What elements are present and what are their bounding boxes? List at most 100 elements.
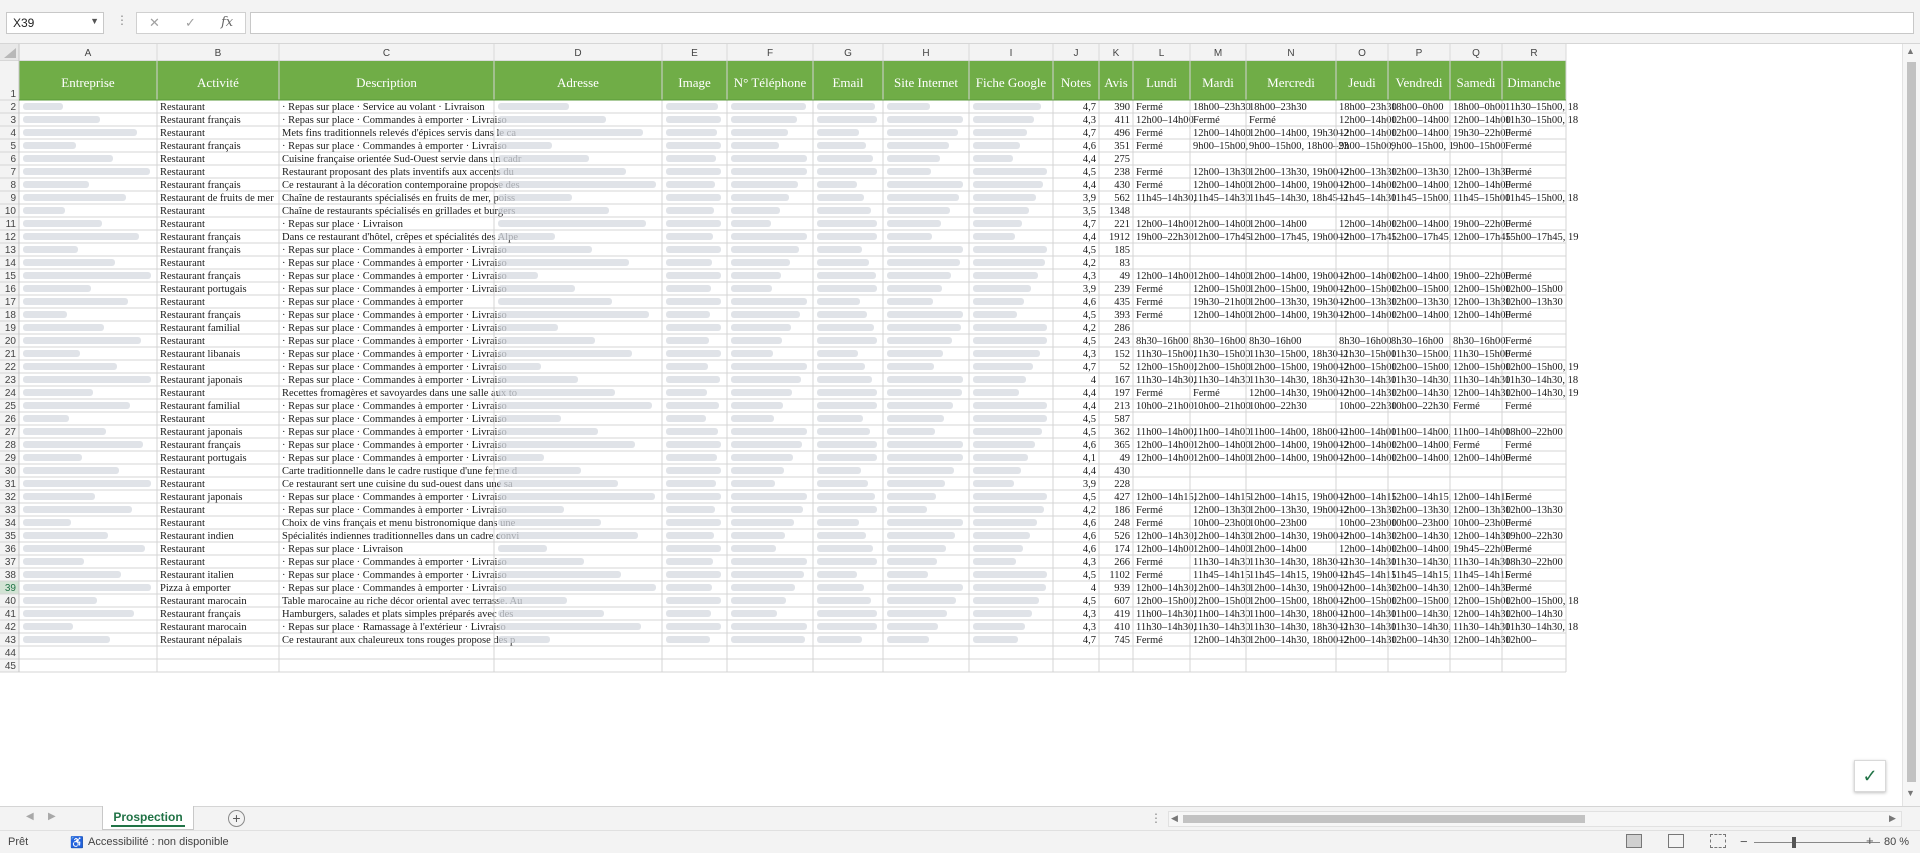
- more-options-icon[interactable]: ⋮: [116, 13, 128, 27]
- cell-value: Mets fins traditionnels relevés d'épices…: [282, 128, 516, 139]
- zoom-out-icon[interactable]: −: [1740, 834, 1748, 849]
- redacted-cell: [973, 194, 1036, 201]
- cancel-icon[interactable]: ✕: [149, 15, 160, 31]
- insert-function-icon[interactable]: fx: [221, 15, 233, 30]
- normal-view-icon[interactable]: [1626, 834, 1642, 848]
- cell-value: · Repas sur place · Commandes à emporter…: [282, 258, 507, 269]
- cell-value: · Repas sur place · Commandes à emporter…: [282, 362, 507, 373]
- redacted-cell: [973, 259, 1045, 266]
- previous-sheet-icon[interactable]: ◀: [26, 811, 34, 822]
- cell-value: Fermé: [1136, 284, 1163, 295]
- scroll-down-icon[interactable]: ▼: [1906, 788, 1915, 798]
- row-number: 19: [5, 323, 17, 334]
- redacted-cell: [887, 311, 963, 318]
- page-break-preview-icon[interactable]: [1710, 834, 1726, 848]
- cell-value: Fermé: [1505, 544, 1532, 555]
- redacted-cell: [887, 480, 945, 487]
- redacted-cell: [817, 389, 877, 396]
- page-layout-icon[interactable]: [1668, 834, 1684, 848]
- cell-value: Fermé: [1505, 336, 1532, 347]
- cell-value: Restaurant français: [160, 141, 241, 152]
- zoom-level[interactable]: 80 %: [1884, 836, 1909, 848]
- redacted-cell: [731, 298, 807, 305]
- cell-value: Restaurant portugais: [160, 284, 247, 295]
- scroll-up-icon[interactable]: ▲: [1906, 46, 1915, 56]
- redacted-cell: [498, 545, 547, 552]
- cell-value: · Repas sur place · Commandes à emporter…: [282, 583, 507, 594]
- redacted-cell: [23, 181, 89, 188]
- cell-value: 11h45–15h00, 18: [1505, 193, 1578, 204]
- cell-value: 186: [1114, 505, 1130, 516]
- vertical-scrollbar[interactable]: ▲ ▼: [1902, 44, 1920, 806]
- redacted-cell: [973, 272, 1038, 279]
- cell-value: Fermé: [1505, 141, 1532, 152]
- accessibility-status[interactable]: Accessibilité : non disponible: [88, 836, 229, 848]
- cell-value: · Repas sur place · Commandes à emporter…: [282, 375, 507, 386]
- horizontal-scroll-thumb[interactable]: [1183, 815, 1585, 823]
- redacted-cell: [23, 506, 132, 513]
- header-cell: Fiche Google: [976, 75, 1047, 90]
- formula-input[interactable]: [250, 12, 1914, 34]
- name-box[interactable]: X39 ▼: [6, 12, 104, 34]
- horizontal-scrollbar[interactable]: ◀ ▶: [1168, 811, 1902, 827]
- redacted-cell: [973, 103, 1041, 110]
- row-number: 22: [5, 362, 17, 373]
- redacted-cell: [973, 168, 1047, 175]
- cell-value: Fermé: [1193, 115, 1220, 126]
- cell-value: 18h00–23h30: [1193, 102, 1251, 113]
- select-all-corner[interactable]: [0, 44, 19, 61]
- cell-value: 11h30–14h30,: [1391, 557, 1451, 568]
- cell-value: Restaurant indien: [160, 531, 235, 542]
- tab-prospection[interactable]: Prospection: [102, 806, 194, 830]
- scroll-left-icon[interactable]: ◀: [1171, 813, 1178, 824]
- cell-value: 4,2: [1083, 505, 1096, 516]
- cell-value: Restaurant de fruits de mer: [160, 193, 274, 204]
- redacted-cell: [973, 233, 1015, 240]
- redacted-cell: [817, 233, 877, 240]
- redacted-cell: [23, 389, 93, 396]
- next-sheet-icon[interactable]: ▶: [48, 811, 56, 822]
- redacted-cell: [731, 337, 782, 344]
- vertical-scroll-thumb[interactable]: [1907, 62, 1916, 782]
- cell-value: 435: [1114, 297, 1130, 308]
- redacted-cell: [887, 532, 955, 539]
- cell-value: 3,9: [1083, 479, 1096, 490]
- redacted-cell: [666, 103, 718, 110]
- cell-value: 8h30–16h00: [1339, 336, 1392, 347]
- redacted-cell: [973, 207, 1029, 214]
- cell-value: 11h45–14h30, 18h45–2: [1249, 193, 1348, 204]
- cell-value: 365: [1114, 440, 1130, 451]
- scroll-right-icon[interactable]: ▶: [1889, 813, 1896, 824]
- cell-value: 4,7: [1083, 362, 1096, 373]
- cell-value: 12h00–14h15,: [1136, 492, 1196, 503]
- redacted-cell: [731, 363, 807, 370]
- zoom-in-icon[interactable]: +: [1866, 833, 1874, 848]
- cell-value: · Repas sur place · Commandes à emporter…: [282, 245, 507, 256]
- redacted-cell: [731, 168, 807, 175]
- plus-circle-icon[interactable]: +: [228, 810, 245, 827]
- redacted-cell: [731, 623, 807, 630]
- zoom-slider-handle[interactable]: [1792, 837, 1796, 848]
- zoom-slider[interactable]: [1754, 842, 1880, 843]
- cell-value: 4,4: [1083, 180, 1097, 191]
- cell-value: Fermé: [1505, 310, 1532, 321]
- redacted-cell: [498, 181, 656, 188]
- redacted-cell: [973, 623, 1025, 630]
- redacted-cell: [817, 623, 877, 630]
- cell-value: 9h00–15h00,: [1339, 141, 1394, 152]
- redacted-cell: [23, 571, 121, 578]
- cell-value: · Repas sur place · Commandes à emporter…: [282, 401, 507, 412]
- cell-value: 174: [1114, 544, 1131, 555]
- cell-value: 12h00–13h30: [1193, 167, 1251, 178]
- spreadsheet-grid[interactable]: A B C D E F G H I J K L M N O P Q R 1 Entreprise Activité Des…: [0, 44, 1920, 802]
- chevron-down-icon[interactable]: ▼: [90, 16, 99, 26]
- enter-icon[interactable]: ✓: [185, 15, 196, 31]
- redacted-cell: [23, 259, 115, 266]
- worksheet[interactable]: A B C D E F G H I J K L M N O P Q R 1 Entreprise Activité Des…: [0, 44, 1902, 802]
- checkmark-icon[interactable]: ✓: [1854, 760, 1886, 792]
- cell-value: 11h30–14h30, 18h30–2: [1249, 622, 1348, 633]
- cell-value: 18h00–23h30: [1249, 102, 1307, 113]
- cell-value: 4,5: [1083, 414, 1096, 425]
- accessibility-icon[interactable]: ♿: [70, 836, 84, 849]
- more-options-icon[interactable]: ⋮: [1150, 811, 1162, 825]
